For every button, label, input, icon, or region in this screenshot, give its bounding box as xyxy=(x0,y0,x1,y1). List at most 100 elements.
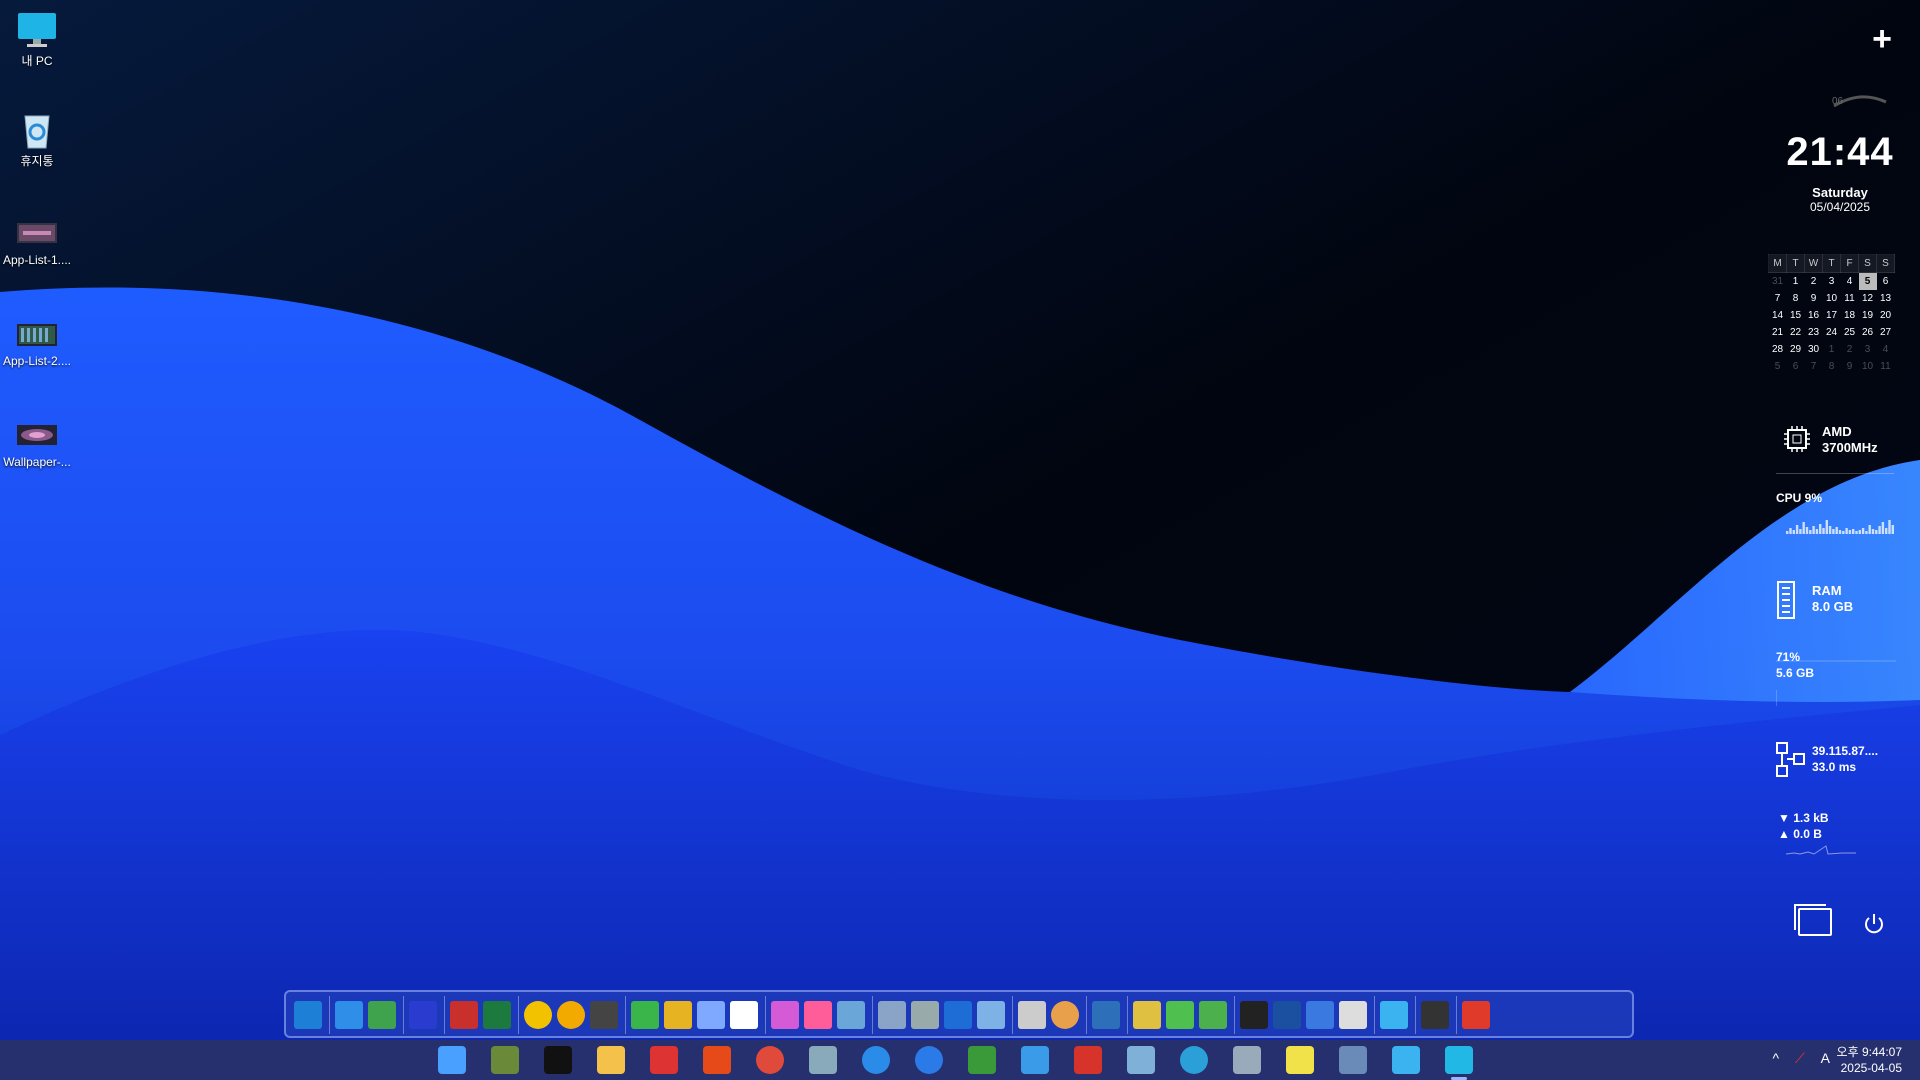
calendar-day[interactable]: 10 xyxy=(1823,290,1841,307)
magnifier-icon[interactable] xyxy=(1380,1001,1408,1029)
calendar-day[interactable]: 15 xyxy=(1787,307,1805,324)
calendar-day[interactable]: 3 xyxy=(1823,273,1841,291)
book-icon[interactable] xyxy=(837,1001,865,1029)
calendar-day[interactable]: 22 xyxy=(1787,324,1805,341)
calendar-day[interactable]: 16 xyxy=(1805,307,1823,324)
puzzle-icon[interactable] xyxy=(631,1001,659,1029)
photos-icon[interactable] xyxy=(1392,1046,1420,1074)
calendar-day[interactable]: 3 xyxy=(1859,341,1877,358)
desktop-icon-app-list-2[interactable]: App-List-2.... xyxy=(0,302,74,368)
info-icon[interactable] xyxy=(771,1001,799,1029)
calendar-day[interactable]: 8 xyxy=(1823,358,1841,375)
power-icon[interactable] xyxy=(1462,1001,1490,1029)
calendar-day[interactable]: 24 xyxy=(1823,324,1841,341)
panel-app-icon[interactable] xyxy=(730,1001,758,1029)
photo-editor-icon[interactable] xyxy=(1074,1046,1102,1074)
briefcase-icon[interactable] xyxy=(1021,1046,1049,1074)
search-app-icon[interactable] xyxy=(703,1046,731,1074)
power-button[interactable] xyxy=(1862,912,1886,936)
photo-app-icon[interactable] xyxy=(590,1001,618,1029)
calendar-day[interactable]: 4 xyxy=(1877,341,1895,358)
plugin-icon[interactable] xyxy=(977,1001,1005,1029)
calculator-icon[interactable] xyxy=(1233,1046,1261,1074)
window-switch-button[interactable] xyxy=(1794,904,1832,936)
tools-icon[interactable] xyxy=(664,1001,692,1029)
gamepad-icon[interactable] xyxy=(1421,1001,1449,1029)
calendar-day[interactable]: 17 xyxy=(1823,307,1841,324)
calendar-day[interactable]: 9 xyxy=(1805,290,1823,307)
calendar-day[interactable]: 9 xyxy=(1841,358,1859,375)
wrench-icon[interactable] xyxy=(1306,1001,1334,1029)
calendar-day[interactable]: 19 xyxy=(1859,307,1877,324)
calendar-day[interactable]: 11 xyxy=(1841,290,1859,307)
sticky-icon[interactable] xyxy=(1286,1046,1314,1074)
document-list-icon[interactable] xyxy=(450,1001,478,1029)
desktop-icon-wallpaper[interactable]: Wallpaper-... xyxy=(0,403,74,469)
monitor-app-icon[interactable] xyxy=(1445,1046,1473,1074)
calendar-day[interactable]: 21 xyxy=(1769,324,1787,341)
chip-icon[interactable] xyxy=(1240,1001,1268,1029)
chrome-icon[interactable] xyxy=(756,1046,784,1074)
calendar-day[interactable]: 6 xyxy=(1877,273,1895,291)
app-installer-icon[interactable] xyxy=(368,1001,396,1029)
pc-tool-icon[interactable] xyxy=(1339,1046,1367,1074)
remote-icon[interactable] xyxy=(335,1001,363,1029)
notepad-icon[interactable] xyxy=(650,1046,678,1074)
lock-icon[interactable] xyxy=(1133,1001,1161,1029)
sync-icon[interactable] xyxy=(1166,1001,1194,1029)
calendar-day[interactable]: 2 xyxy=(1805,273,1823,291)
calendar-day[interactable]: 18 xyxy=(1841,307,1859,324)
calendar-day[interactable]: 5 xyxy=(1769,358,1787,375)
updater-icon[interactable] xyxy=(915,1046,943,1074)
media-player-icon[interactable] xyxy=(524,1001,552,1029)
network-disk-icon[interactable] xyxy=(878,1001,906,1029)
file-explorer-icon[interactable] xyxy=(597,1046,625,1074)
calendar-day[interactable]: 20 xyxy=(1877,307,1895,324)
triangle-app-icon[interactable] xyxy=(557,1001,585,1029)
tray-chevron-icon[interactable]: ^ xyxy=(1772,1050,1779,1066)
disc-icon[interactable] xyxy=(1051,1001,1079,1029)
calendar-day[interactable]: 5 xyxy=(1858,272,1877,290)
desktop-icon-app-list-1[interactable]: App-List-1.... xyxy=(0,201,74,267)
search-tool-icon[interactable] xyxy=(697,1001,725,1029)
terminal-icon[interactable] xyxy=(544,1046,572,1074)
show-desktop-icon[interactable] xyxy=(294,1001,322,1029)
windows-store-icon[interactable] xyxy=(804,1001,832,1029)
notebook-icon[interactable] xyxy=(1127,1046,1155,1074)
edge-icon[interactable] xyxy=(1180,1046,1208,1074)
calendar-day[interactable]: 13 xyxy=(1877,290,1895,307)
calendar-day[interactable]: 1 xyxy=(1787,273,1805,291)
user-icon[interactable] xyxy=(1092,1001,1120,1029)
ime-indicator[interactable]: A xyxy=(1821,1050,1830,1066)
calendar-day[interactable]: 27 xyxy=(1877,324,1895,341)
settings-gears-icon[interactable] xyxy=(944,1001,972,1029)
calendar-day[interactable]: 4 xyxy=(1841,273,1859,291)
network-tool-icon[interactable] xyxy=(968,1046,996,1074)
torrent-icon[interactable] xyxy=(1199,1001,1227,1029)
desktop-icon-recycle-bin[interactable]: 휴지통 xyxy=(0,100,74,169)
calendar-day[interactable]: 6 xyxy=(1787,358,1805,375)
toolkit-icon[interactable] xyxy=(1339,1001,1367,1029)
taskbar-clock[interactable]: 오후 9:44:07 2025-04-05 xyxy=(1837,1044,1902,1076)
calendar-day[interactable]: 12 xyxy=(1859,290,1877,307)
calendar-day[interactable]: 29 xyxy=(1787,341,1805,358)
refresh-app-icon[interactable] xyxy=(862,1046,890,1074)
calendar-day[interactable]: 10 xyxy=(1859,358,1877,375)
calendar-day[interactable]: 23 xyxy=(1805,324,1823,341)
add-widget-button[interactable]: + xyxy=(1872,22,1892,56)
calendar-day[interactable]: 25 xyxy=(1841,324,1859,341)
calendar-day[interactable]: 30 xyxy=(1805,341,1823,358)
gpu-icon[interactable] xyxy=(491,1046,519,1074)
calendar-day[interactable]: 28 xyxy=(1769,341,1787,358)
calendar-day[interactable]: 7 xyxy=(1769,290,1787,307)
calendar-day[interactable]: 7 xyxy=(1805,358,1823,375)
calendar-day[interactable]: 26 xyxy=(1859,324,1877,341)
calendar-day[interactable]: 8 xyxy=(1787,290,1805,307)
excel-icon[interactable] xyxy=(483,1001,511,1029)
start-icon[interactable] xyxy=(438,1046,466,1074)
tray-app-icon[interactable]: ⟋ xyxy=(1795,1050,1805,1066)
grid-app-icon[interactable] xyxy=(409,1001,437,1029)
disk-tool-icon[interactable] xyxy=(809,1046,837,1074)
calendar-day[interactable]: 14 xyxy=(1769,307,1787,324)
remote-desktop-icon[interactable] xyxy=(1273,1001,1301,1029)
